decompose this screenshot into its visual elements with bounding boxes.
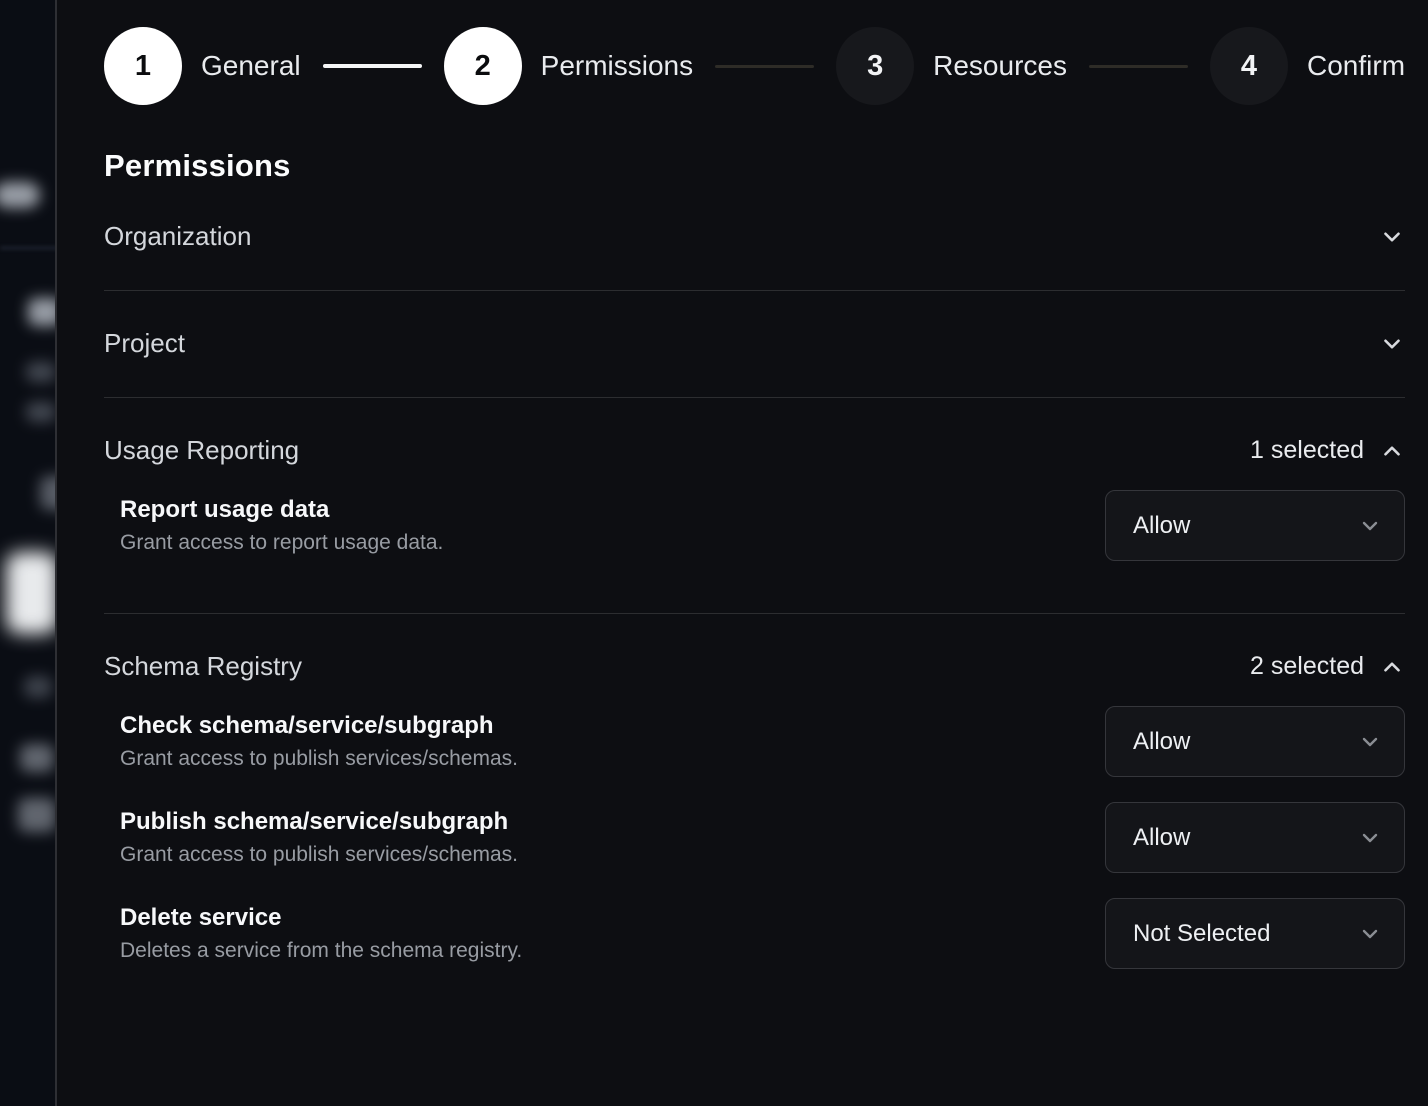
section-title: Organization [104, 221, 251, 252]
section-schema-registry-toggle[interactable]: Schema Registry 2 selected [104, 614, 1405, 696]
section-usage-reporting-toggle[interactable]: Usage Reporting 1 selected [104, 398, 1405, 480]
section-project-toggle[interactable]: Project [104, 291, 1405, 397]
step-permissions-number: 2 [444, 27, 522, 105]
select-value: Not Selected [1133, 920, 1270, 948]
step-connector-complete [323, 64, 422, 68]
create-token-wizard: 1 General 2 Permissions 3 Resources 4 Co… [0, 0, 1428, 1106]
blurred-divider [0, 247, 55, 249]
chevron-down-icon [1358, 514, 1382, 538]
blurred-nav-item [24, 676, 52, 698]
blurred-nav-item [28, 298, 55, 326]
step-resources[interactable]: 3 Resources [836, 27, 1067, 105]
section-title: Usage Reporting [104, 435, 299, 466]
permission-name: Check schema/service/subgraph [120, 712, 1075, 740]
section-title: Schema Registry [104, 651, 302, 682]
chevron-up-icon [1379, 654, 1405, 680]
section-project: Project [104, 291, 1405, 398]
blurred-nav-item [18, 798, 55, 832]
permission-name: Publish schema/service/subgraph [120, 808, 1075, 836]
page-title: Permissions [104, 148, 1405, 184]
permission-name: Delete service [120, 904, 1075, 932]
select-value: Allow [1133, 824, 1190, 852]
permission-name: Report usage data [120, 496, 1075, 524]
section-organization-toggle[interactable]: Organization [104, 184, 1405, 290]
chevron-down-icon [1358, 826, 1382, 850]
select-value: Allow [1133, 728, 1190, 756]
step-general[interactable]: 1 General [104, 27, 301, 105]
permission-select-delete-service[interactable]: Not Selected [1105, 898, 1405, 969]
section-title: Project [104, 328, 185, 359]
step-connector-upcoming [1089, 65, 1188, 68]
permission-row-publish-schema: Publish schema/service/subgraph Grant ac… [120, 802, 1405, 873]
blurred-nav-item [20, 744, 54, 772]
step-permissions-label: Permissions [541, 50, 693, 82]
step-general-number: 1 [104, 27, 182, 105]
step-confirm-label: Confirm [1307, 50, 1405, 82]
permission-description: Deletes a service from the schema regist… [120, 939, 1075, 963]
permission-select-check-schema[interactable]: Allow [1105, 706, 1405, 777]
permission-sections: Organization Project Usage Rep [104, 184, 1405, 1021]
chevron-down-icon [1358, 922, 1382, 946]
step-general-label: General [201, 50, 301, 82]
chevron-down-icon [1379, 331, 1405, 357]
step-connector-upcoming [715, 65, 814, 68]
sidebar-backdrop [0, 0, 55, 1106]
permission-row-check-schema: Check schema/service/subgraph Grant acce… [120, 706, 1405, 777]
permission-description: Grant access to publish services/schemas… [120, 843, 1075, 867]
chevron-down-icon [1379, 224, 1405, 250]
chevron-up-icon [1379, 438, 1405, 464]
section-schema-registry: Schema Registry 2 selected Check schema/… [104, 614, 1405, 1021]
permission-select-publish-schema[interactable]: Allow [1105, 802, 1405, 873]
blurred-logo [0, 182, 40, 208]
permission-description: Grant access to report usage data. [120, 531, 1075, 555]
blurred-nav-item [26, 402, 55, 422]
step-permissions[interactable]: 2 Permissions [444, 27, 693, 105]
wizard-panel: 1 General 2 Permissions 3 Resources 4 Co… [55, 0, 1428, 1106]
step-confirm[interactable]: 4 Confirm [1210, 27, 1405, 105]
permission-select-report-usage-data[interactable]: Allow [1105, 490, 1405, 561]
section-usage-reporting: Usage Reporting 1 selected Report usage … [104, 398, 1405, 614]
permission-description: Grant access to publish services/schemas… [120, 747, 1075, 771]
blurred-icon [40, 476, 55, 510]
wizard-stepper: 1 General 2 Permissions 3 Resources 4 Co… [104, 27, 1405, 105]
select-value: Allow [1133, 512, 1190, 540]
selected-count-badge: 1 selected [1250, 436, 1364, 465]
blurred-active-button [6, 552, 55, 634]
section-organization: Organization [104, 184, 1405, 291]
step-resources-number: 3 [836, 27, 914, 105]
chevron-down-icon [1358, 730, 1382, 754]
selected-count-badge: 2 selected [1250, 652, 1364, 681]
step-resources-label: Resources [933, 50, 1067, 82]
step-confirm-number: 4 [1210, 27, 1288, 105]
permission-row-report-usage-data: Report usage data Grant access to report… [120, 490, 1405, 561]
blurred-nav-item [26, 362, 55, 382]
permission-row-delete-service: Delete service Deletes a service from th… [120, 898, 1405, 969]
